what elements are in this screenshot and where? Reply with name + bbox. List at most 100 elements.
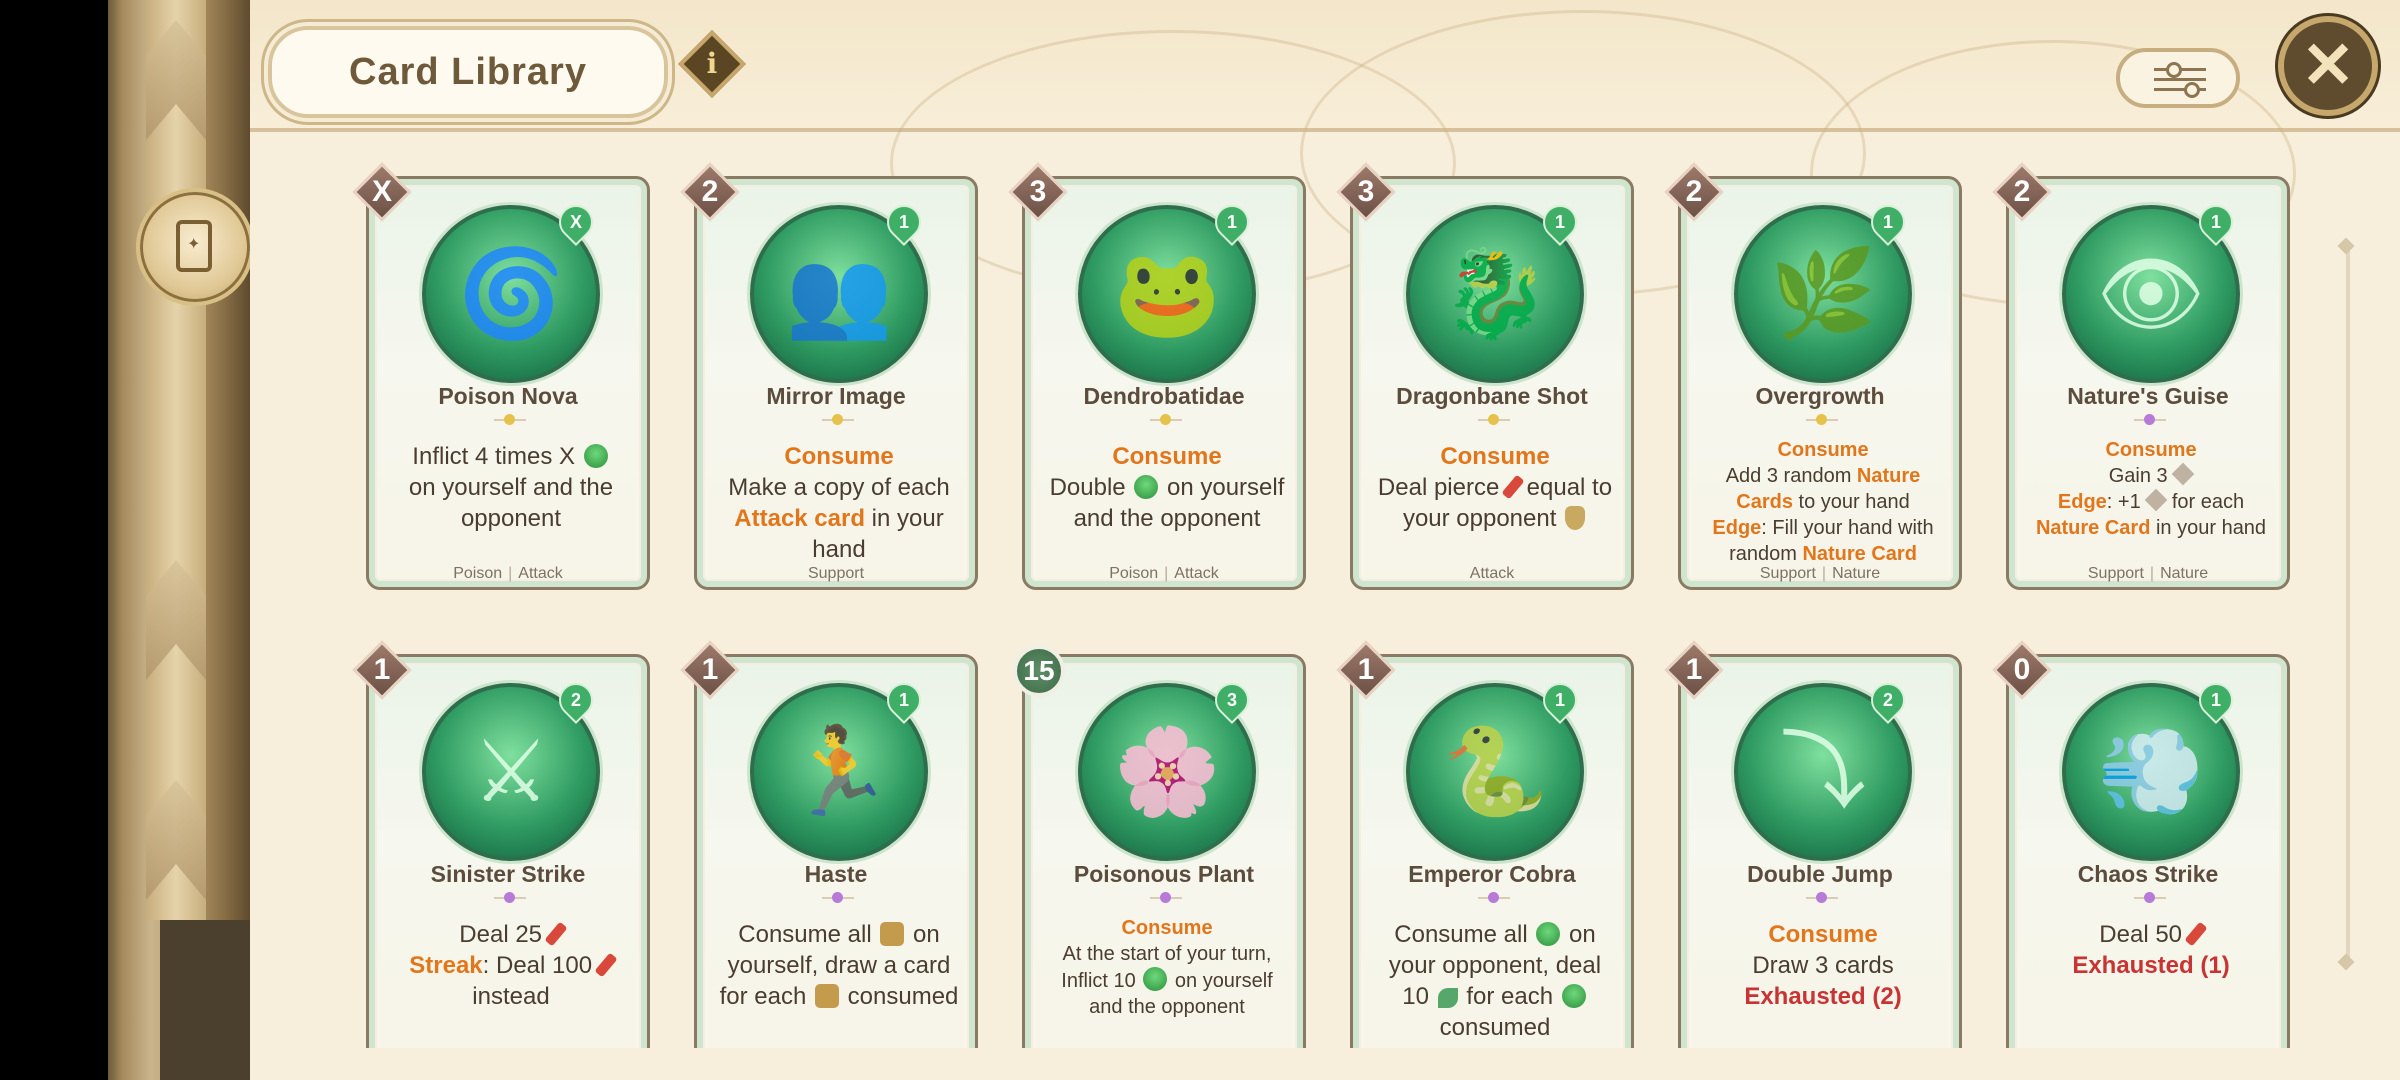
close-button[interactable]: ✕ bbox=[2278, 16, 2378, 116]
rarity-gem-icon bbox=[504, 892, 515, 903]
card-cost: 3 bbox=[1008, 162, 1068, 222]
cost-value: 1 bbox=[701, 653, 719, 686]
card-cost: 3 bbox=[1336, 162, 1396, 222]
card[interactable]: 1 🐍 1 Emperor Cobra Consume all on your oppo… bbox=[1336, 640, 1634, 1064]
card-description: Deal 25 Streak: Deal 100 instead bbox=[389, 919, 633, 1012]
card[interactable]: 0 💨 1 Chaos Strike Deal 50 Exhausted (1) bbox=[1992, 640, 2290, 1064]
rarity-gem-icon bbox=[1488, 892, 1499, 903]
cost-value: 3 bbox=[1357, 175, 1375, 208]
description-text: : +1 bbox=[2106, 491, 2147, 513]
description-text: Consume bbox=[1440, 443, 1550, 470]
description-text: Deal pierce bbox=[1377, 474, 1506, 501]
rarity-gem-icon bbox=[1816, 414, 1827, 425]
card-tag: Poison bbox=[1109, 565, 1159, 582]
description-text: Consume bbox=[1768, 921, 1878, 948]
description-text: for each bbox=[1459, 983, 1560, 1010]
description-text: on yourself and the opponent bbox=[408, 474, 614, 532]
card[interactable]: 2 👁 1 Nature's Guise Consume Gain 3 Edge: +1 … bbox=[1992, 162, 2290, 590]
tag-separator: | bbox=[508, 565, 513, 582]
poison-icon bbox=[1134, 475, 1159, 499]
energy-value: 3 bbox=[1226, 690, 1237, 710]
filter-icon bbox=[2184, 82, 2200, 98]
card[interactable]: 2 👥 1 Mirror Image Consume Make a copy of eac… bbox=[680, 162, 978, 590]
energy-value: 1 bbox=[1882, 212, 1893, 232]
description-text: Consume all bbox=[738, 921, 879, 948]
card-description: Consume all on yourself, draw a card for… bbox=[717, 919, 961, 1012]
scrollbar[interactable] bbox=[2346, 244, 2350, 964]
description-text: Exhausted (1) bbox=[2072, 952, 2230, 979]
energy-value: 2 bbox=[570, 690, 581, 710]
description-text: Add 3 random bbox=[1725, 465, 1857, 487]
energy-value: 1 bbox=[1226, 212, 1237, 232]
energy-value: 1 bbox=[898, 690, 909, 710]
energy-value: 1 bbox=[1554, 690, 1565, 710]
description-text: Attack card bbox=[734, 505, 866, 532]
poison-icon bbox=[1143, 967, 1168, 991]
description-text: Consume bbox=[2105, 439, 2197, 461]
cost-value: 2 bbox=[2013, 175, 2031, 208]
shield-icon bbox=[1565, 506, 1586, 530]
description-text: for each bbox=[2166, 491, 2245, 513]
cost-value: 15 bbox=[1023, 655, 1055, 686]
energy-value: 1 bbox=[2210, 690, 2221, 710]
card-tag: Support bbox=[807, 565, 865, 582]
rarity-gem bbox=[1806, 892, 1838, 903]
card-tags: Poison | Attack bbox=[369, 565, 647, 583]
card-description: Deal 50 Exhausted (1) bbox=[2029, 919, 2273, 981]
rarity-gem-icon bbox=[1160, 414, 1171, 425]
rarity-gem-icon bbox=[1488, 414, 1499, 425]
energy-value: 1 bbox=[1554, 212, 1565, 232]
filter-icon bbox=[2154, 78, 2206, 81]
description-text: : Deal 100 bbox=[482, 952, 599, 979]
card-name: Emperor Cobra bbox=[1408, 861, 1576, 887]
description-text: Edge bbox=[1712, 517, 1762, 539]
rarity-gem bbox=[494, 414, 526, 425]
close-icon: ✕ bbox=[2301, 29, 2355, 101]
sidebar-shadow bbox=[160, 920, 250, 1080]
rarity-gem bbox=[2134, 414, 2166, 425]
card-name: Overgrowth bbox=[1755, 383, 1885, 409]
card[interactable]: 2 🌿 1 Overgrowth Consume Add 3 random Nature … bbox=[1664, 162, 1962, 590]
description-text: Edge bbox=[2057, 491, 2107, 513]
card[interactable]: X 🌀 X Poison Nova Inflict 4 times X on yours… bbox=[352, 162, 650, 590]
card[interactable]: 1 ⤵ 2 Double Jump Consume Draw 3 cards Exhaust… bbox=[1664, 640, 1962, 1064]
rarity-gem bbox=[1478, 892, 1510, 903]
energy-value: X bbox=[569, 212, 582, 232]
card-name: Dendrobatidae bbox=[1083, 383, 1245, 409]
description-text: to your hand bbox=[1792, 491, 1910, 513]
card-library-screen: Card Library i ✕ X🌀XPoison NovaInflict 4… bbox=[0, 0, 2400, 1080]
card-name: Poisonous Plant bbox=[1073, 861, 1255, 887]
card-description: Inflict 4 times X on yourself and the op… bbox=[389, 441, 633, 534]
card[interactable]: 1 ⚔ 2 Sinister Strike Deal 25 Streak: Deal 1… bbox=[352, 640, 650, 1064]
diamond-icon bbox=[2144, 488, 2168, 512]
cost-value: 3 bbox=[1029, 175, 1047, 208]
card-tag: Nature bbox=[1832, 565, 1881, 582]
card[interactable]: 3 🐸 1 Dendrobatidae Consume Double on yoursel… bbox=[1008, 162, 1306, 590]
card-tags: Support bbox=[697, 565, 975, 583]
deck-button[interactable] bbox=[136, 188, 254, 306]
card[interactable]: 3 🐉 1 Dragonbane Shot Consume Deal pierce equ… bbox=[1336, 162, 1634, 590]
description-text: instead bbox=[472, 983, 550, 1010]
fist-icon bbox=[814, 984, 839, 1008]
title-plaque: Card Library bbox=[268, 26, 668, 118]
filter-button[interactable] bbox=[2116, 48, 2240, 108]
fist-icon bbox=[880, 922, 905, 946]
card-tag: Attack bbox=[518, 565, 563, 582]
energy-value: 1 bbox=[2210, 212, 2221, 232]
description-text: Inflict 4 times X bbox=[412, 443, 582, 470]
card-tag: Support bbox=[2087, 565, 2144, 582]
info-icon: i bbox=[706, 47, 718, 80]
grid-clip bbox=[250, 1048, 2400, 1080]
rarity-gem bbox=[1150, 414, 1182, 425]
card-description: Consume Deal pierce equal to your opponen… bbox=[1373, 441, 1617, 534]
card[interactable]: 1 🏃 1 Haste Consume all on yourself, draw a … bbox=[680, 640, 978, 1064]
card-description: Consume Draw 3 cards Exhausted (2) bbox=[1701, 919, 1945, 1012]
description-text: Double bbox=[1049, 474, 1133, 501]
card-name: Nature's Guise bbox=[2067, 383, 2229, 409]
energy-value: 2 bbox=[1882, 690, 1893, 710]
card[interactable]: 15 🌸 3 Poisonous Plant Consume At the start o… bbox=[1013, 645, 1306, 1064]
description-text: Consume bbox=[1112, 443, 1222, 470]
card-cost: 0 bbox=[1992, 640, 2052, 700]
card-name: Chaos Strike bbox=[2077, 861, 2219, 887]
poison-icon bbox=[1561, 984, 1586, 1008]
